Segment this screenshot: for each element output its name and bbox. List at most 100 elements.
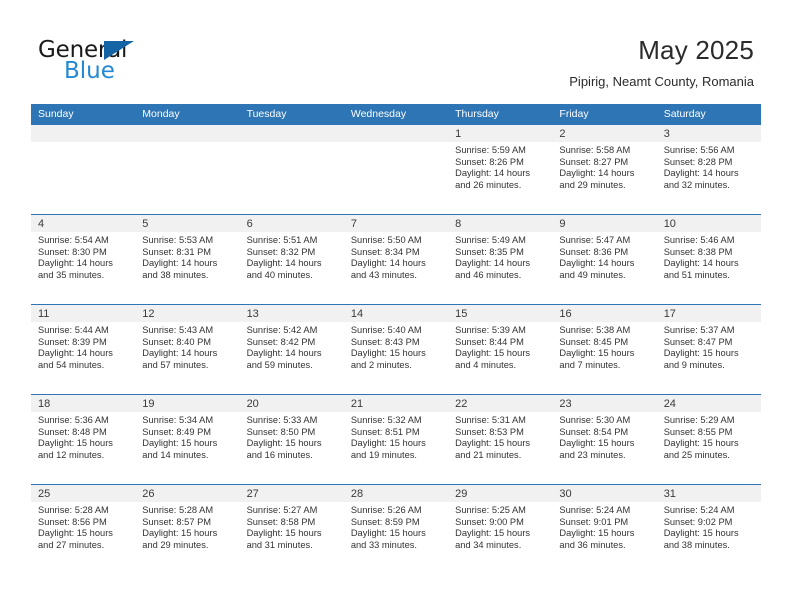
calendar-day-cell[interactable]: 22 Sunrise: 5:31 AM Sunset: 8:53 PM Dayligh… [448, 394, 553, 485]
calendar-day-cell[interactable]: 26 Sunrise: 5:28 AM Sunset: 8:57 PM Dayligh… [135, 484, 240, 574]
day-details: Sunrise: 5:30 AM Sunset: 8:54 PM Daylight:… [552, 412, 656, 461]
sunrise-text: Sunrise: 5:25 AM [455, 505, 526, 515]
calendar-day-cell[interactable]: 6 Sunrise: 5:51 AM Sunset: 8:32 PM Daylight… [239, 214, 344, 305]
day-number: 23 [552, 395, 657, 412]
daylight-text-line1: Daylight: 15 hours [350, 438, 426, 449]
calendar-day-cell[interactable]: 17 Sunrise: 5:37 AM Sunset: 8:47 PM Dayligh… [656, 304, 761, 395]
daylight-text-line1: Daylight: 15 hours [246, 528, 322, 539]
day-details: Sunrise: 5:46 AM Sunset: 8:38 PM Daylight:… [657, 232, 761, 281]
day-number [135, 125, 240, 142]
daylight-text-line2: and 40 minutes. [246, 269, 313, 280]
calendar-day-cell[interactable]: 2 Sunrise: 5:58 AM Sunset: 8:27 PM Daylight… [552, 125, 657, 215]
daylight-text-line2: and 2 minutes. [350, 359, 412, 370]
day-details: Sunrise: 5:31 AM Sunset: 8:53 PM Daylight:… [448, 412, 552, 461]
daylight-text-line2: and 29 minutes. [142, 539, 209, 550]
sunset-text: Sunset: 8:38 PM [663, 246, 733, 257]
calendar-day-cell[interactable]: 4 Sunrise: 5:54 AM Sunset: 8:30 PM Daylight… [31, 214, 136, 305]
daylight-text-line2: and 9 minutes. [663, 359, 725, 370]
calendar-day-cell[interactable]: 20 Sunrise: 5:33 AM Sunset: 8:50 PM Dayligh… [239, 394, 344, 485]
calendar-day-cell[interactable]: 9 Sunrise: 5:47 AM Sunset: 8:36 PM Daylight… [552, 214, 657, 305]
calendar-day-cell[interactable]: 18 Sunrise: 5:36 AM Sunset: 8:48 PM Dayligh… [31, 394, 136, 485]
calendar-day-cell[interactable]: 11 Sunrise: 5:44 AM Sunset: 8:39 PM Dayligh… [31, 304, 136, 395]
sunset-text: Sunset: 8:42 PM [246, 336, 316, 347]
calendar-day-cell[interactable]: 31 Sunrise: 5:24 AM Sunset: 9:02 PM Dayligh… [656, 484, 761, 574]
sunrise-text: Sunrise: 5:31 AM [455, 415, 526, 425]
calendar-day-cell[interactable]: 3 Sunrise: 5:56 AM Sunset: 8:28 PM Daylight… [656, 125, 761, 215]
calendar-day-cell[interactable]: 7 Sunrise: 5:50 AM Sunset: 8:34 PM Daylight… [343, 214, 449, 305]
sunrise-text: Sunrise: 5:56 AM [663, 145, 735, 155]
day-number: 25 [31, 485, 136, 502]
sunset-text: Sunset: 9:02 PM [663, 516, 733, 527]
sunrise-text: Sunrise: 5:53 AM [142, 235, 214, 245]
calendar-week-row: 1 Sunrise: 5:59 AM Sunset: 8:26 PM Daylight… [31, 125, 761, 215]
weekday-header-tuesday: Tuesday [239, 104, 344, 125]
sunrise-text: Sunrise: 5:44 AM [38, 325, 109, 335]
day-number: 2 [552, 125, 657, 142]
daylight-text-line1: Daylight: 15 hours [663, 348, 739, 359]
calendar-day-cell[interactable]: 13 Sunrise: 5:42 AM Sunset: 8:42 PM Dayligh… [239, 304, 344, 395]
daylight-text-line2: and 7 minutes. [559, 359, 621, 370]
daylight-text-line1: Daylight: 15 hours [455, 438, 531, 449]
sunset-text: Sunset: 8:53 PM [455, 426, 524, 437]
calendar-day-cell[interactable]: 24 Sunrise: 5:29 AM Sunset: 8:55 PM Dayligh… [656, 394, 761, 485]
day-details: Sunrise: 5:26 AM Sunset: 8:59 PM Daylight:… [344, 502, 448, 551]
day-number: 8 [448, 215, 553, 232]
calendar-day-cell[interactable]: 15 Sunrise: 5:39 AM Sunset: 8:44 PM Dayligh… [448, 304, 553, 395]
day-number: 5 [135, 215, 240, 232]
daylight-text-line2: and 34 minutes. [455, 539, 522, 550]
sunset-text: Sunset: 8:40 PM [142, 336, 212, 347]
daylight-text-line2: and 23 minutes. [559, 449, 626, 460]
day-details: Sunrise: 5:24 AM Sunset: 9:01 PM Daylight:… [552, 502, 656, 551]
sunset-text: Sunset: 8:26 PM [455, 156, 524, 167]
calendar-day-cell[interactable]: 12 Sunrise: 5:43 AM Sunset: 8:40 PM Dayligh… [135, 304, 240, 395]
day-details: Sunrise: 5:54 AM Sunset: 8:30 PM Daylight:… [31, 232, 135, 281]
calendar-day-cell[interactable]: 19 Sunrise: 5:34 AM Sunset: 8:49 PM Dayligh… [135, 394, 240, 485]
calendar-day-cell[interactable]: 21 Sunrise: 5:32 AM Sunset: 8:51 PM Dayligh… [343, 394, 449, 485]
calendar-day-cell[interactable]: 8 Sunrise: 5:49 AM Sunset: 8:35 PM Daylight… [448, 214, 553, 305]
calendar-day-cell[interactable]: 10 Sunrise: 5:46 AM Sunset: 8:38 PM Dayligh… [656, 214, 761, 305]
day-number: 21 [343, 395, 449, 412]
daylight-text-line2: and 31 minutes. [246, 539, 313, 550]
sunrise-text: Sunrise: 5:54 AM [38, 235, 109, 245]
day-details: Sunrise: 5:28 AM Sunset: 8:56 PM Daylight:… [31, 502, 135, 551]
calendar-day-cell[interactable]: 27 Sunrise: 5:27 AM Sunset: 8:58 PM Dayligh… [239, 484, 344, 574]
daylight-text-line2: and 43 minutes. [350, 269, 417, 280]
daylight-text-line1: Daylight: 15 hours [38, 438, 113, 449]
day-number: 14 [343, 305, 449, 322]
calendar-day-cell[interactable]: 28 Sunrise: 5:26 AM Sunset: 8:59 PM Dayligh… [343, 484, 449, 574]
calendar-day-cell[interactable]: 1 Sunrise: 5:59 AM Sunset: 8:26 PM Daylight… [448, 125, 553, 215]
calendar-day-cell[interactable]: 16 Sunrise: 5:38 AM Sunset: 8:45 PM Dayligh… [552, 304, 657, 395]
daylight-text-line2: and 38 minutes. [663, 539, 730, 550]
calendar-day-cell[interactable]: 5 Sunrise: 5:53 AM Sunset: 8:31 PM Daylight… [135, 214, 240, 305]
calendar-day-cell[interactable]: 23 Sunrise: 5:30 AM Sunset: 8:54 PM Dayligh… [552, 394, 657, 485]
day-number: 10 [656, 215, 761, 232]
sunset-text: Sunset: 8:44 PM [455, 336, 524, 347]
day-details: Sunrise: 5:53 AM Sunset: 8:31 PM Daylight:… [135, 232, 239, 281]
daylight-text-line1: Daylight: 14 hours [559, 258, 635, 269]
sunset-text: Sunset: 9:01 PM [559, 516, 629, 527]
day-details: Sunrise: 5:42 AM Sunset: 8:42 PM Daylight:… [240, 322, 344, 371]
daylight-text-line2: and 21 minutes. [455, 449, 522, 460]
day-number: 15 [448, 305, 553, 322]
calendar-day-cell[interactable]: 14 Sunrise: 5:40 AM Sunset: 8:43 PM Dayligh… [343, 304, 449, 395]
daylight-text-line1: Daylight: 14 hours [663, 168, 739, 179]
calendar-day-cell[interactable]: 25 Sunrise: 5:28 AM Sunset: 8:56 PM Dayligh… [31, 484, 136, 574]
daylight-text-line2: and 19 minutes. [350, 449, 417, 460]
sunset-text: Sunset: 8:32 PM [246, 246, 316, 257]
sunset-text: Sunset: 8:34 PM [350, 246, 420, 257]
day-number: 4 [31, 215, 136, 232]
calendar-day-cell-empty [343, 125, 449, 215]
sunrise-text: Sunrise: 5:24 AM [663, 505, 735, 515]
general-blue-logo[interactable]: General Blue [38, 38, 258, 88]
weekday-header-wednesday: Wednesday [343, 104, 449, 125]
day-details: Sunrise: 5:50 AM Sunset: 8:34 PM Daylight:… [344, 232, 448, 281]
sunset-text: Sunset: 8:54 PM [559, 426, 629, 437]
calendar-day-cell[interactable]: 30 Sunrise: 5:24 AM Sunset: 9:01 PM Dayligh… [552, 484, 657, 574]
daylight-text-line2: and 27 minutes. [38, 539, 105, 550]
day-details: Sunrise: 5:28 AM Sunset: 8:57 PM Daylight:… [135, 502, 239, 551]
calendar-day-cell[interactable]: 29 Sunrise: 5:25 AM Sunset: 9:00 PM Dayligh… [448, 484, 553, 574]
sunrise-text: Sunrise: 5:36 AM [38, 415, 109, 425]
sunset-text: Sunset: 8:28 PM [663, 156, 733, 167]
day-details: Sunrise: 5:25 AM Sunset: 9:00 PM Daylight:… [448, 502, 552, 551]
daylight-text-line2: and 46 minutes. [455, 269, 522, 280]
